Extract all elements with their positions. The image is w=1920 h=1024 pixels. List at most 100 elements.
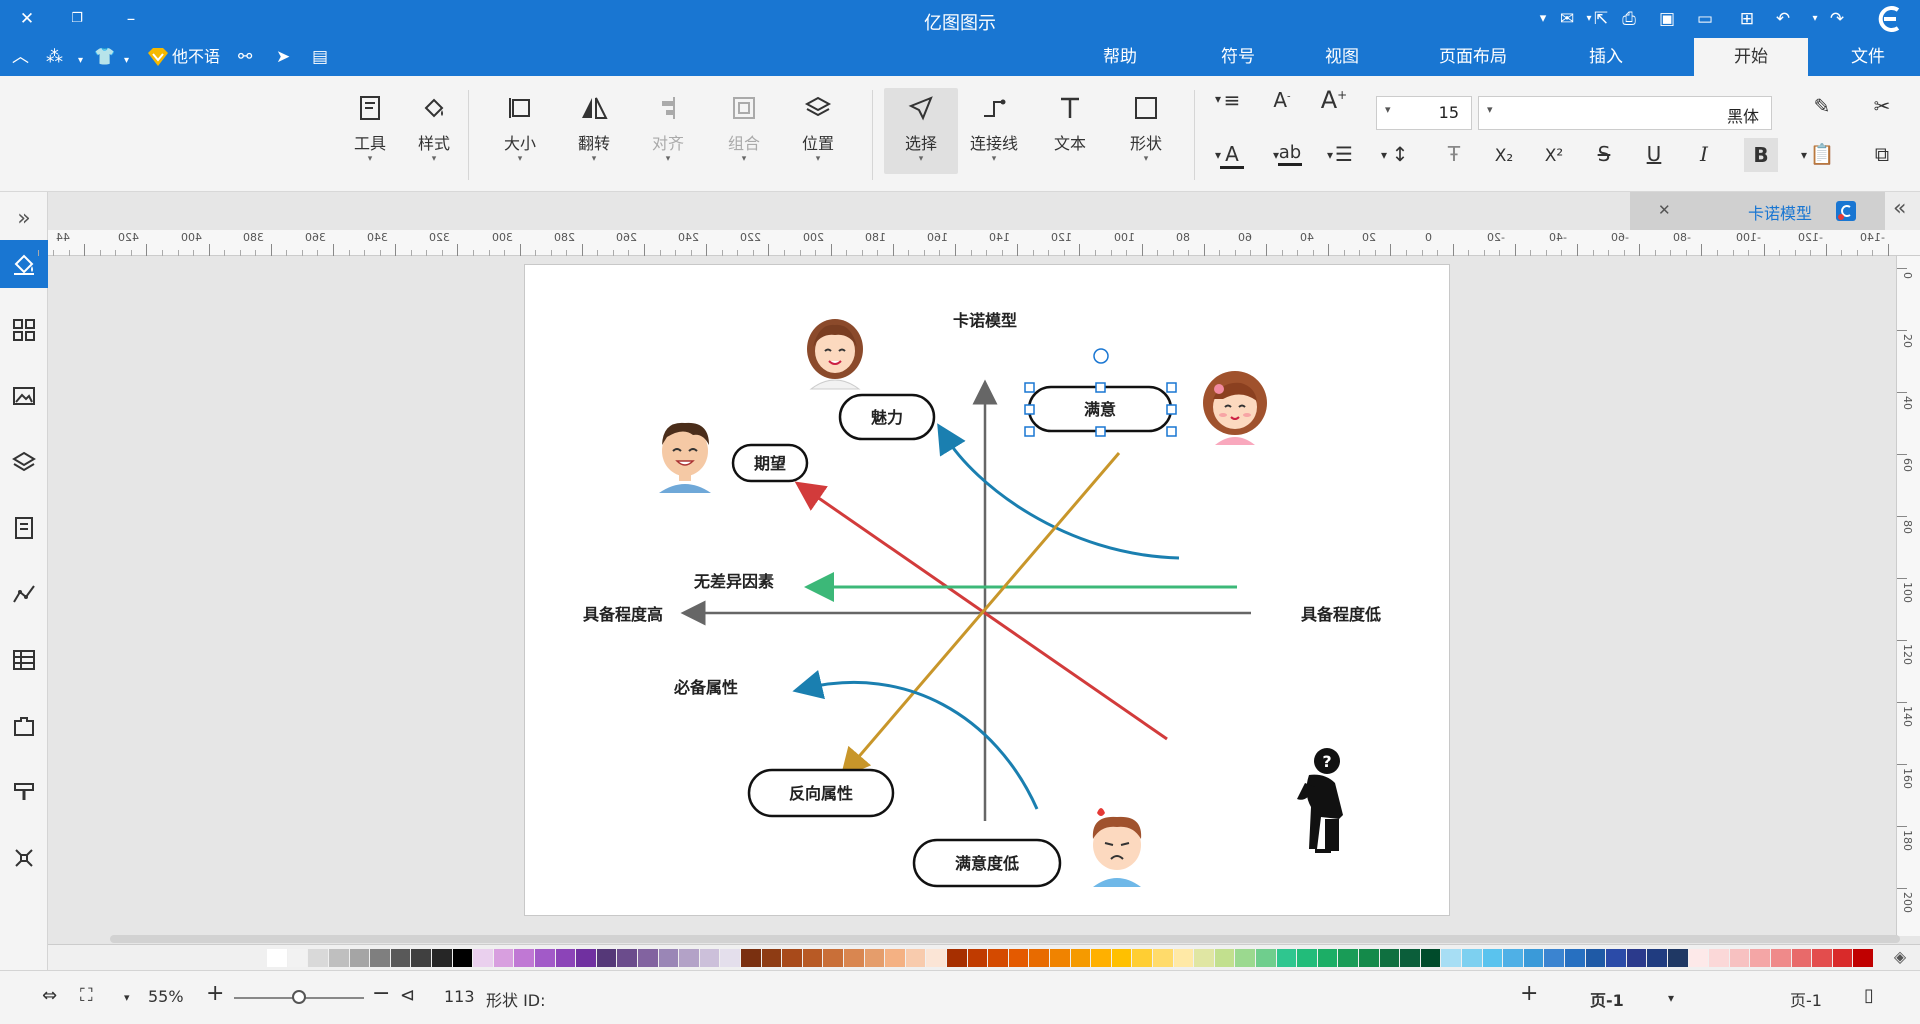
color-swatch[interactable] — [1317, 949, 1338, 967]
color-swatch[interactable] — [1729, 949, 1750, 967]
font-size-input[interactable]: ▾ 15 — [1376, 96, 1472, 130]
paragraph-align-icon[interactable]: ≡ — [1218, 88, 1246, 112]
underline-button[interactable]: U — [1640, 142, 1668, 166]
color-swatch[interactable] — [555, 949, 576, 967]
color-swatch[interactable] — [1626, 949, 1647, 967]
color-swatch[interactable] — [493, 949, 514, 967]
menu-start[interactable]: 开始 — [1694, 38, 1808, 76]
theme-dropdown-icon[interactable]: ▾ — [78, 51, 83, 71]
apps-icon[interactable]: ⁂ — [46, 47, 63, 67]
girl-avatar-icon[interactable] — [1203, 371, 1267, 445]
fit-width-icon[interactable]: ⇔ — [42, 985, 57, 1006]
flip-button[interactable]: 翻转 ▾ — [562, 88, 626, 174]
color-swatch[interactable] — [1771, 949, 1791, 967]
chart-panel-icon[interactable] — [0, 570, 48, 618]
menu-file[interactable]: 文件 — [1824, 38, 1912, 76]
color-swatch[interactable] — [1194, 949, 1214, 967]
expand-panel-icon[interactable]: » — [0, 194, 48, 242]
color-swatch[interactable] — [1338, 949, 1358, 967]
color-swatch[interactable] — [1297, 949, 1317, 967]
color-swatch[interactable] — [720, 949, 740, 967]
color-swatch[interactable] — [1832, 949, 1853, 967]
color-swatch[interactable] — [1379, 949, 1400, 967]
color-swatch[interactable] — [1050, 949, 1070, 967]
color-swatch[interactable] — [432, 949, 452, 967]
color-swatch[interactable] — [1482, 949, 1503, 967]
page-nav-icon[interactable]: ▯ — [1864, 985, 1874, 1006]
color-swatch[interactable] — [1091, 949, 1111, 967]
minimize-icon[interactable]: – — [120, 8, 142, 30]
color-swatch[interactable] — [1441, 949, 1461, 967]
zoom-slider-knob[interactable] — [292, 990, 306, 1004]
color-swatch[interactable] — [1214, 949, 1235, 967]
color-swatch[interactable] — [864, 949, 885, 967]
color-swatch[interactable] — [1173, 949, 1194, 967]
color-swatch[interactable] — [967, 949, 988, 967]
user-name[interactable]: 他不语 — [172, 47, 220, 67]
highlight-button[interactable]: ab — [1276, 142, 1304, 166]
indifferent-label[interactable]: 无差异因素 — [693, 572, 774, 591]
menu-view[interactable]: 视图 — [1298, 38, 1386, 76]
charm-curve[interactable] — [937, 423, 1180, 560]
color-swatch[interactable] — [1029, 949, 1049, 967]
navigation-panel-icon[interactable] — [0, 834, 48, 882]
send-icon[interactable]: ➤ — [276, 47, 290, 67]
color-swatch[interactable] — [658, 949, 679, 967]
menu-insert[interactable]: 插入 — [1562, 38, 1650, 76]
plugin-panel-icon[interactable] — [0, 702, 48, 750]
new-icon[interactable]: ⊞ — [1736, 8, 1758, 30]
color-swatch[interactable] — [802, 949, 823, 967]
superscript-button[interactable]: X² — [1540, 142, 1568, 166]
color-swatch[interactable] — [1668, 949, 1688, 967]
color-swatch[interactable] — [1606, 949, 1626, 967]
line-spacing-icon[interactable]: ↕ — [1386, 142, 1414, 166]
color-swatch[interactable] — [308, 949, 328, 967]
zoom-level[interactable]: 55% — [148, 987, 184, 1006]
paste-icon[interactable]: 📋 — [1808, 142, 1836, 166]
share-nodes-icon[interactable]: ⚯ — [238, 47, 252, 67]
font-shrink-button[interactable]: A- — [1268, 88, 1296, 112]
zoom-out-icon[interactable]: − — [372, 981, 390, 1006]
text-direction-icon[interactable]: Ŧ — [1440, 142, 1468, 166]
collapse-ribbon-icon[interactable]: ︿ — [12, 47, 29, 67]
thinker-figure-icon[interactable]: ? — [1297, 748, 1343, 853]
low-provision-label[interactable]: 具备程度低 — [1301, 605, 1381, 624]
color-swatch[interactable] — [1750, 949, 1770, 967]
undo-icon[interactable]: ↶ — [1772, 8, 1794, 30]
color-swatch[interactable] — [473, 949, 493, 967]
color-swatch[interactable] — [679, 949, 699, 967]
color-swatch[interactable] — [1070, 949, 1091, 967]
color-swatch[interactable] — [1276, 949, 1297, 967]
connector-button[interactable]: 连接线 ▾ — [962, 88, 1026, 174]
color-swatch[interactable] — [1462, 949, 1482, 967]
shirt-icon[interactable]: 👕 — [94, 47, 115, 67]
color-swatch[interactable] — [1585, 949, 1606, 967]
comment-icon[interactable]: ▤ — [312, 47, 328, 67]
color-swatch[interactable] — [699, 949, 720, 967]
page-dropdown-icon[interactable]: ▾ — [1668, 991, 1674, 1005]
kano-model-diagram[interactable]: 卡诺模型 魅力 期望 满意 反向属性 满意度低 无差异因素 具备程度高 具备程度… — [525, 265, 1451, 917]
color-swatch[interactable] — [1400, 949, 1420, 967]
style-button[interactable]: 样式 ▾ — [402, 88, 466, 174]
man-avatar-icon[interactable] — [659, 422, 711, 493]
page-panel-icon[interactable] — [0, 504, 48, 552]
restore-icon[interactable]: ❐ — [66, 8, 88, 30]
italic-button[interactable]: I — [1690, 142, 1718, 166]
font-name-input[interactable]: ▾ 黑体 — [1478, 96, 1772, 130]
fullscreen-icon[interactable]: ⛶ — [80, 985, 93, 1006]
diagram-title[interactable]: 卡诺模型 — [953, 311, 1017, 330]
bold-button[interactable]: B — [1744, 138, 1778, 172]
play-icon[interactable]: ⊲ — [400, 985, 415, 1006]
group-button[interactable]: 组合 ▾ — [712, 88, 776, 174]
color-swatch[interactable] — [287, 949, 308, 967]
copy-icon[interactable]: ⧉ — [1868, 142, 1896, 166]
text-button[interactable]: 文本 — [1038, 88, 1102, 174]
cut-icon[interactable]: ✂ — [1868, 94, 1896, 118]
page-label[interactable]: 页-1 — [1790, 987, 1822, 1011]
format-panel-icon[interactable] — [0, 240, 48, 288]
color-swatch[interactable] — [1235, 949, 1255, 967]
color-swatch[interactable] — [1132, 949, 1152, 967]
save-icon[interactable]: ▣ — [1656, 8, 1678, 30]
color-swatch[interactable] — [1008, 949, 1029, 967]
color-swatch[interactable] — [1359, 949, 1379, 967]
